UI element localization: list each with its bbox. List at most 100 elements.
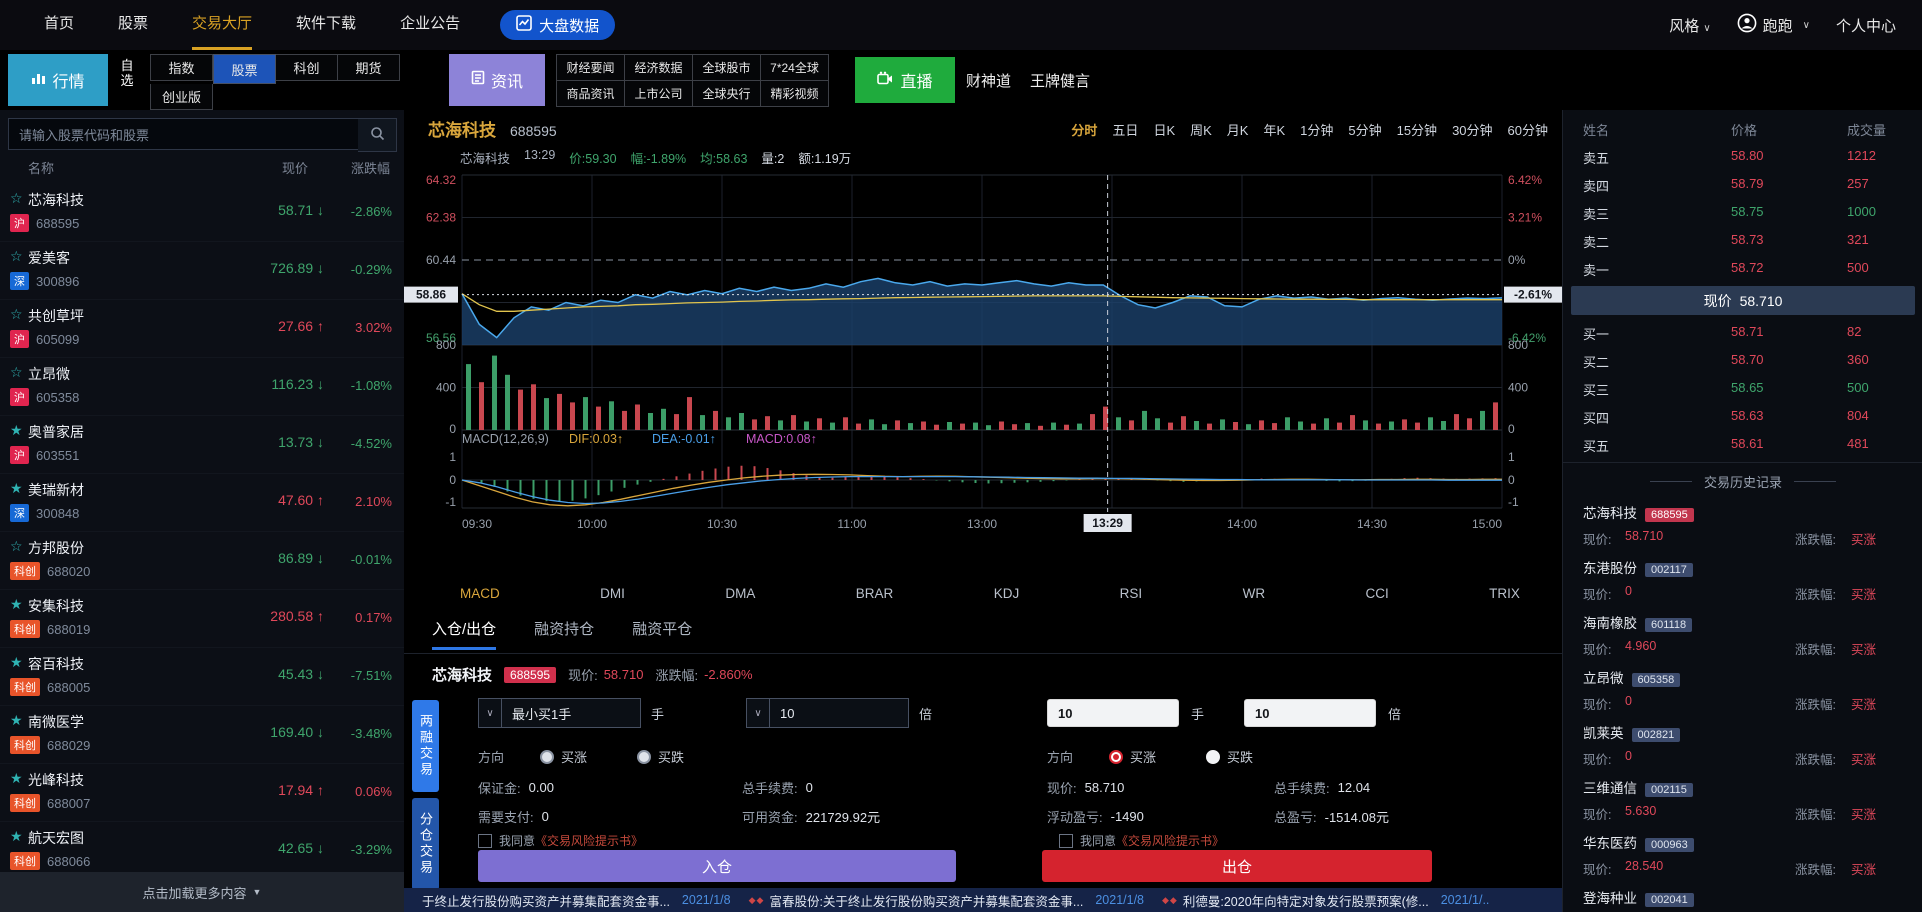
indicator-tab[interactable]: WR	[1243, 586, 1266, 601]
risk-agreement-link[interactable]: 《交易风险提示书》	[535, 832, 643, 849]
news-tab[interactable]: 上市公司	[625, 81, 693, 107]
favorite-star-icon[interactable]: ☆	[10, 306, 23, 323]
favorite-star-icon[interactable]: ★	[10, 770, 23, 787]
live-button[interactable]: 直播	[855, 57, 955, 103]
period-tab[interactable]: 60分钟	[1508, 120, 1548, 139]
period-tab[interactable]: 分时	[1071, 120, 1097, 139]
history-item[interactable]: 华东医药000963现价:28.540涨跌幅:买涨	[1563, 832, 1922, 875]
indicator-tab[interactable]: BRAR	[856, 586, 894, 601]
close-qty-input[interactable]: 10手	[1047, 699, 1204, 727]
favorite-star-icon[interactable]: ★	[10, 596, 23, 613]
watchlist-tab[interactable]: 自选	[118, 58, 136, 88]
period-tab[interactable]: 周K	[1190, 120, 1212, 139]
favorite-star-icon[interactable]: ☆	[10, 364, 23, 381]
market-data-button[interactable]: 大盘数据	[500, 10, 615, 40]
ticker-item[interactable]: ◆◆利德曼:2020年向特定对象发行股票预案(修...2021/1/..	[1162, 891, 1489, 910]
top-nav-item[interactable]: 股票	[118, 0, 148, 47]
caishendao-link[interactable]: 财神道	[966, 50, 1011, 110]
history-item[interactable]: 三维通信002115现价:5.630涨跌幅:买涨	[1563, 777, 1922, 820]
news-tab[interactable]: 财经要闻	[556, 54, 625, 81]
side-tab-margin-trading[interactable]: 两融交易	[412, 700, 439, 792]
open-dir-up-radio[interactable]	[540, 750, 554, 764]
period-tab[interactable]: 年K	[1263, 120, 1285, 139]
history-item[interactable]: 凯莱英002821现价:0涨跌幅:买涨	[1563, 722, 1922, 765]
indicator-tab[interactable]: KDJ	[994, 586, 1020, 601]
period-tab[interactable]: 月K	[1227, 120, 1249, 139]
period-tab[interactable]: 15分钟	[1397, 120, 1437, 139]
ticker-item[interactable]: ◆◆富春股份:关于终止发行股份购买资产并募集配套资金事...2021/1/8	[749, 891, 1144, 910]
open-leverage-select[interactable]: ∨10 倍	[746, 698, 932, 728]
open-dir-down-radio[interactable]	[637, 750, 651, 764]
close-dir-down-radio[interactable]	[1206, 750, 1220, 764]
top-nav-item[interactable]: 企业公告	[400, 0, 460, 47]
indicator-tab[interactable]: TRIX	[1489, 586, 1520, 601]
favorite-star-icon[interactable]: ★	[10, 480, 23, 497]
favorite-star-icon[interactable]: ★	[10, 422, 23, 439]
period-tab[interactable]: 日K	[1153, 120, 1175, 139]
favorite-star-icon[interactable]: ☆	[10, 538, 23, 555]
history-item[interactable]: 立昂微605358现价:0涨跌幅:买涨	[1563, 667, 1922, 710]
news-tab[interactable]: 商品资讯	[556, 81, 625, 107]
wangpai-link[interactable]: 王牌健言	[1030, 50, 1090, 110]
open-agree-checkbox[interactable]	[478, 834, 492, 848]
news-ticker[interactable]: 于终止发行股份购买资产并募集配套资金事...2021/1/8 ◆◆富春股份:关于终…	[404, 888, 1562, 912]
indicator-tab[interactable]: DMI	[600, 586, 625, 601]
stock-row[interactable]: ★航天宏图科创68806642.65 ↓-3.29%	[0, 822, 404, 872]
top-nav-item[interactable]: 交易大厅	[192, 0, 252, 50]
side-tab-split-trading[interactable]: 分仓交易	[412, 798, 439, 890]
style-menu[interactable]: 风格∨	[1669, 15, 1710, 36]
news-tab[interactable]: 经济数据	[625, 54, 693, 81]
search-input[interactable]: 请输入股票代码和股票	[8, 118, 360, 150]
period-tab[interactable]: 五日	[1112, 120, 1138, 139]
news-tab[interactable]: 精彩视频	[761, 81, 829, 107]
stock-row[interactable]: ☆芯海科技沪68859558.71 ↓-2.86%	[0, 184, 404, 242]
history-item[interactable]: 东港股份002117现价:0涨跌幅:买涨	[1563, 557, 1922, 600]
stock-row[interactable]: ★光峰科技科创68800717.94 ↑0.06%	[0, 764, 404, 822]
market-tab[interactable]: 股票	[213, 54, 276, 84]
favorite-star-icon[interactable]: ☆	[10, 190, 23, 207]
close-position-button[interactable]: 出仓	[1042, 850, 1432, 882]
trading-tab[interactable]: 入仓/出仓	[432, 618, 496, 650]
stock-row[interactable]: ★美瑞新材深30084847.60 ↑2.10%	[0, 474, 404, 532]
indicator-tab[interactable]: MACD	[460, 586, 500, 601]
market-tab[interactable]: 指数	[150, 54, 213, 81]
stock-row[interactable]: ☆立昂微沪605358116.23 ↓-1.08%	[0, 358, 404, 416]
stock-row[interactable]: ☆爱美客深300896726.89 ↓-0.29%	[0, 242, 404, 300]
search-button[interactable]	[358, 118, 397, 152]
user-menu[interactable]: 跑跑∨	[1737, 13, 1810, 37]
market-tab[interactable]: 期货	[338, 54, 400, 81]
indicator-tab[interactable]: DMA	[725, 586, 755, 601]
favorite-star-icon[interactable]: ★	[10, 712, 23, 729]
ticker-item[interactable]: 于终止发行股份购买资产并募集配套资金事...2021/1/8	[422, 891, 731, 910]
news-tab[interactable]: 全球央行	[693, 81, 761, 107]
open-qty-select[interactable]: ∨最小买1手 手	[478, 698, 664, 728]
close-leverage-input[interactable]: 10倍	[1244, 699, 1401, 727]
favorite-star-icon[interactable]: ★	[10, 654, 23, 671]
trading-tab[interactable]: 融资平仓	[632, 618, 692, 650]
close-dir-up-radio[interactable]	[1109, 750, 1123, 764]
news-button[interactable]: 资讯	[449, 54, 545, 106]
stock-row[interactable]: ★容百科技科创68800545.43 ↓-7.51%	[0, 648, 404, 706]
risk-agreement-link[interactable]: 《交易风险提示书》	[1116, 832, 1224, 849]
market-tab[interactable]: 科创	[276, 54, 338, 81]
trading-tab[interactable]: 融资持仓	[534, 618, 594, 650]
news-tab[interactable]: 全球股市	[693, 54, 761, 81]
period-tab[interactable]: 1分钟	[1300, 120, 1333, 139]
quotes-button[interactable]: 行情	[8, 54, 108, 106]
top-nav-item[interactable]: 首页	[44, 0, 74, 47]
stock-row[interactable]: ★奥普家居沪60355113.73 ↓-4.52%	[0, 416, 404, 474]
period-tab[interactable]: 5分钟	[1348, 120, 1381, 139]
open-position-button[interactable]: 入仓	[478, 850, 956, 882]
news-tab[interactable]: 7*24全球	[761, 54, 829, 81]
market-tab[interactable]: 创业版	[150, 84, 213, 110]
indicator-tab[interactable]: CCI	[1366, 586, 1389, 601]
close-agree-checkbox[interactable]	[1059, 834, 1073, 848]
stock-row[interactable]: ★安集科技科创688019280.58 ↑0.17%	[0, 590, 404, 648]
history-item[interactable]: 海南橡胶601118现价:4.960涨跌幅:买涨	[1563, 612, 1922, 655]
load-more-button[interactable]: 点击加载更多内容▼	[0, 872, 404, 912]
top-nav-item[interactable]: 软件下载	[296, 0, 356, 47]
personal-center-link[interactable]: 个人中心	[1836, 15, 1896, 36]
stock-row[interactable]: ★南微医学科创688029169.40 ↓-3.48%	[0, 706, 404, 764]
indicator-tab[interactable]: RSI	[1120, 586, 1143, 601]
favorite-star-icon[interactable]: ☆	[10, 248, 23, 265]
